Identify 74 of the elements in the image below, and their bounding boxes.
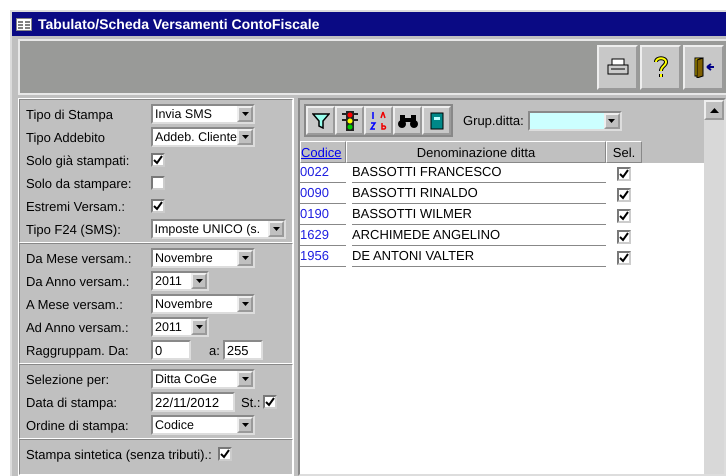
row-checkbox[interactable] bbox=[617, 166, 631, 180]
field-label: Estremi Versam.: bbox=[26, 198, 126, 214]
input-field[interactable]: 255 bbox=[222, 340, 263, 360]
dropdown-field[interactable]: 2011 bbox=[151, 271, 209, 291]
field-label: St.: bbox=[241, 394, 261, 410]
sort-icon bbox=[368, 110, 388, 132]
printer-icon bbox=[606, 58, 628, 76]
checkbox[interactable] bbox=[151, 199, 165, 213]
checkbox[interactable] bbox=[218, 447, 232, 461]
field-label: Tipo F24 (SMS): bbox=[26, 222, 122, 236]
field-label: A Mese versam.: bbox=[26, 296, 124, 312]
toolbar-button[interactable] bbox=[422, 106, 451, 135]
dropdown-field[interactable]: Invia SMS bbox=[151, 104, 255, 124]
column-header[interactable]: Sel. bbox=[606, 141, 642, 163]
table-cell: 0022 bbox=[300, 164, 346, 183]
scrollbar[interactable] bbox=[704, 100, 724, 474]
row-checkbox[interactable] bbox=[617, 188, 631, 202]
date-field[interactable]: 22/11/2012 bbox=[151, 392, 235, 412]
table-cell: DE ANTONI VALTER bbox=[352, 248, 606, 267]
dropdown-field[interactable]: Novembre bbox=[151, 248, 255, 268]
checkbox[interactable] bbox=[262, 395, 277, 409]
field-label: Selezione per: bbox=[26, 372, 110, 386]
row-checkbox[interactable] bbox=[617, 230, 631, 244]
window-icon bbox=[16, 18, 32, 30]
dropdown-field[interactable]: 2011 bbox=[151, 317, 209, 337]
traffic-light-icon bbox=[340, 110, 358, 132]
row-checkbox[interactable] bbox=[617, 250, 631, 264]
table-cell: ARCHIMEDE ANGELINO bbox=[352, 227, 606, 246]
window-title: Tabulato/Scheda Versamenti ContoFiscale bbox=[38, 16, 320, 32]
dropdown-field[interactable]: Novembre bbox=[151, 294, 255, 314]
table-cell: 1956 bbox=[300, 248, 346, 267]
exit-button[interactable] bbox=[683, 44, 724, 90]
column-header[interactable]: Codice bbox=[300, 141, 346, 163]
field-label: a: bbox=[209, 342, 220, 358]
field-label: Solo da stampare: bbox=[26, 176, 133, 190]
field-label: Da Anno versam.: bbox=[26, 274, 130, 288]
checkbox[interactable] bbox=[151, 176, 165, 190]
field-label: Tipo di Stampa bbox=[26, 106, 114, 122]
table-cell: 0090 bbox=[300, 185, 346, 204]
input-field[interactable]: 0 bbox=[151, 340, 191, 360]
binoculars-icon bbox=[396, 112, 418, 128]
field-label: Solo già stampati: bbox=[26, 152, 130, 168]
field-label: Stampa sintetica (senza tributi).: bbox=[26, 446, 212, 462]
toolbar-button[interactable] bbox=[364, 106, 393, 135]
print-button[interactable] bbox=[597, 44, 638, 90]
book-icon bbox=[430, 112, 444, 130]
table-cell: 0190 bbox=[300, 206, 346, 225]
dropdown-field[interactable]: Addeb. Cliente bbox=[151, 127, 255, 147]
dropdown-field[interactable]: Imposte UNICO (s. bbox=[150, 219, 286, 239]
field-label: Ad Anno versam.: bbox=[26, 320, 130, 334]
filter-icon bbox=[312, 112, 330, 128]
row-checkbox[interactable] bbox=[617, 208, 631, 222]
table-cell: BASSOTTI WILMER bbox=[352, 206, 606, 225]
table-cell: BASSOTTI FRANCESCO bbox=[352, 164, 606, 183]
toolbar-button[interactable] bbox=[335, 106, 364, 135]
field-label: Ordine di stampa: bbox=[26, 418, 130, 432]
question-mark-icon bbox=[654, 56, 668, 78]
door-arrow-icon bbox=[692, 56, 714, 78]
checkbox[interactable] bbox=[151, 153, 165, 167]
table-cell: BASSOTTI RINALDO bbox=[352, 185, 606, 204]
field-label: Tipo Addebito bbox=[26, 130, 106, 144]
help-button[interactable] bbox=[640, 44, 681, 90]
table-cell: 1629 bbox=[300, 227, 346, 246]
toolbar-button[interactable] bbox=[306, 106, 335, 135]
column-header[interactable]: Denominazione ditta bbox=[346, 141, 606, 163]
field-label: Data di stampa: bbox=[26, 394, 118, 410]
toolbar-button[interactable] bbox=[393, 106, 422, 135]
dropdown-field[interactable]: Codice bbox=[151, 415, 255, 435]
field-label: Da Mese versam.: bbox=[26, 250, 132, 266]
field-label: Raggruppam. Da: bbox=[26, 342, 130, 358]
dropdown-field[interactable] bbox=[528, 110, 622, 130]
field-label: Grup.ditta: bbox=[463, 113, 524, 128]
dropdown-field[interactable]: Ditta CoGe bbox=[151, 369, 255, 389]
scroll-up-icon[interactable] bbox=[704, 100, 724, 120]
